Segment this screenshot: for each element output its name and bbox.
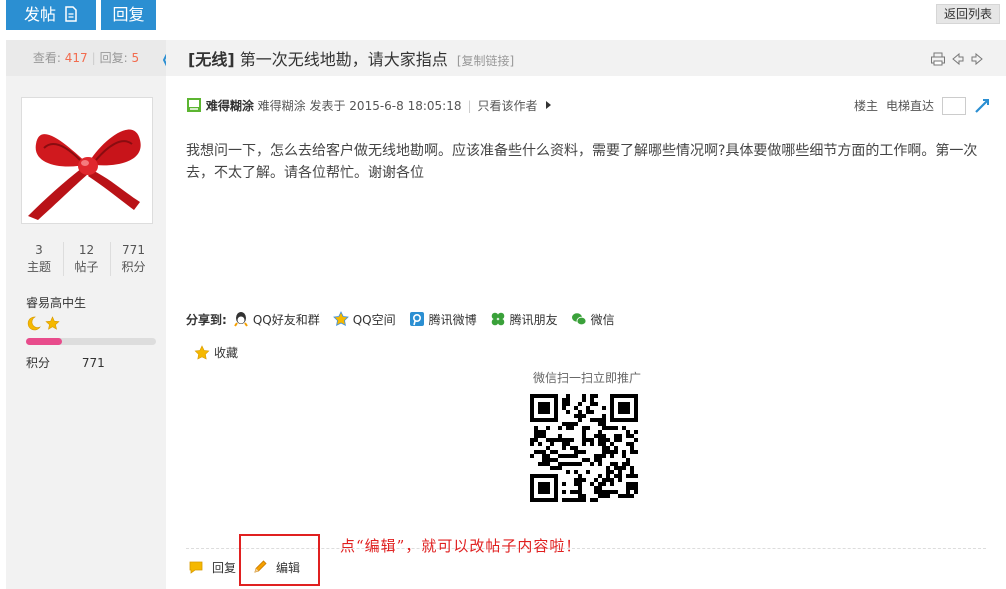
share-wechat-label: 微信 <box>590 312 615 327</box>
topics-value: 3 <box>35 243 43 257</box>
author-credit: 积分 771 <box>26 354 105 371</box>
floor-label: 楼主 <box>853 99 878 113</box>
topics-label: 主题 <box>26 260 51 274</box>
posts-value: 12 <box>78 243 95 257</box>
post-floor-tools: 楼主 电梯直达 <box>854 96 990 116</box>
reply-button[interactable]: 回复 <box>101 0 156 30</box>
author-counts: 3 主题 12 帖子 771 积分 <box>16 242 156 278</box>
reply-bubble-icon <box>189 561 203 574</box>
elevator-go-icon[interactable] <box>974 98 990 114</box>
posts-count[interactable]: 12 帖子 <box>63 242 109 276</box>
edit-annotation: 点“编辑”，就可以改帖子内容啦！ <box>340 537 582 555</box>
credits-value: 771 <box>122 243 145 257</box>
share-qzone[interactable]: QQ空间 <box>332 311 396 328</box>
document-icon <box>65 6 77 22</box>
copy-link[interactable]: [复制链接] <box>457 54 514 68</box>
post-meta: 难得糊涂 难得糊涂 发表于 2015-6-8 18:05:18 | 只看该作者 楼主… <box>186 96 990 116</box>
qr-code-image <box>530 394 638 502</box>
print-icon[interactable] <box>930 52 946 66</box>
user-group[interactable]: 睿易高中生 <box>26 294 86 311</box>
caret-right-icon <box>546 101 552 109</box>
credits-count[interactable]: 771 积分 <box>110 242 156 276</box>
tencent-friends-icon <box>491 312 504 326</box>
reply-action[interactable]: 回复 <box>188 559 236 576</box>
thread-title: [无线] 第一次无线地勘，请大家指点 [复制链接] <box>188 40 514 81</box>
share-label: 分享到: <box>186 312 227 327</box>
post-body: 我想问一下，怎么去给客户做无线地勘啊。应该准备些什么资料，需要了解哪些情况啊?具… <box>186 143 978 181</box>
share-wechat[interactable]: 微信 <box>571 311 615 328</box>
online-status-icon <box>187 98 201 112</box>
credits-label: 积分 <box>121 260 146 274</box>
title-tools <box>930 52 984 66</box>
only-author-link[interactable]: 只看该作者 <box>478 99 538 113</box>
share-tencent-friends-label: 腾讯朋友 <box>509 312 558 327</box>
edit-highlight-box <box>239 534 320 586</box>
back-to-list-button[interactable]: 返回列表 <box>935 4 1000 24</box>
author-sidebar: 查看: 417 | 回复: 5 3 主题 12 帖子 771 积分 睿易高中生 … <box>6 40 173 589</box>
thread-title-bar: [无线] 第一次无线地勘，请大家指点 [复制链接] <box>166 40 1006 76</box>
forum-thread-page: 发帖 回复 返回列表 查看: 417 | 回复: 5 3 主题 12 帖子 77… <box>0 0 1006 589</box>
favorite-star-icon <box>194 344 210 360</box>
credit-value: 771 <box>81 356 105 370</box>
thread-stats: 查看: 417 | 回复: 5 <box>6 40 166 76</box>
posts-label: 帖子 <box>74 260 99 274</box>
thread-category[interactable]: [无线] <box>188 50 235 69</box>
share-tencent-weibo-label: 腾讯微博 <box>428 312 477 327</box>
new-post-label: 发帖 <box>23 5 56 24</box>
moon-icon <box>27 316 41 331</box>
top-toolbar: 发帖 回复 返回列表 <box>0 0 1006 34</box>
credit-label: 积分 <box>26 356 51 370</box>
star-icon <box>45 316 60 330</box>
thread-title-text: 第一次无线地勘，请大家指点 <box>239 50 448 69</box>
prev-thread-icon[interactable] <box>951 52 965 66</box>
views-label: 查看: <box>32 51 61 65</box>
share-qzone-label: QQ空间 <box>352 312 396 327</box>
next-thread-icon[interactable] <box>970 52 984 66</box>
rank-stars <box>26 316 60 334</box>
reply-action-label: 回复 <box>212 560 237 575</box>
favorite-button[interactable]: 收藏 <box>194 344 238 361</box>
replies-label: 回复: <box>99 51 128 65</box>
share-tencent-friends[interactable]: 腾讯朋友 <box>490 311 558 328</box>
elevator-input[interactable] <box>942 97 966 115</box>
post-meta-text: 难得糊涂 发表于 2015-6-8 18:05:18 <box>257 99 462 113</box>
replies-count: 5 <box>131 51 140 65</box>
views-count: 417 <box>64 51 88 65</box>
tencent-weibo-icon <box>409 312 424 326</box>
credit-progress-fill <box>26 338 63 345</box>
share-bar: 分享到: QQ好友和群 QQ空间 腾讯微博 腾讯朋友 微信 <box>186 309 628 329</box>
wechat-icon <box>571 313 587 326</box>
credit-progress-bar <box>26 338 156 345</box>
post-author-link[interactable]: 难得糊涂 <box>206 99 254 113</box>
topics-count[interactable]: 3 主题 <box>16 242 62 276</box>
gift-ribbon-image <box>28 129 141 220</box>
share-qq-label: QQ好友和群 <box>252 312 320 327</box>
share-tencent-weibo[interactable]: 腾讯微博 <box>409 311 477 328</box>
favorite-label: 收藏 <box>214 346 239 360</box>
avatar[interactable] <box>21 97 153 224</box>
share-qq[interactable]: QQ好友和群 <box>233 311 320 328</box>
new-post-button[interactable]: 发帖 <box>6 0 96 30</box>
elevator-label: 电梯直达 <box>885 99 934 113</box>
qr-title: 微信扫一扫立即推广 <box>533 371 642 385</box>
qq-icon <box>233 312 248 327</box>
qzone-icon <box>332 311 349 327</box>
